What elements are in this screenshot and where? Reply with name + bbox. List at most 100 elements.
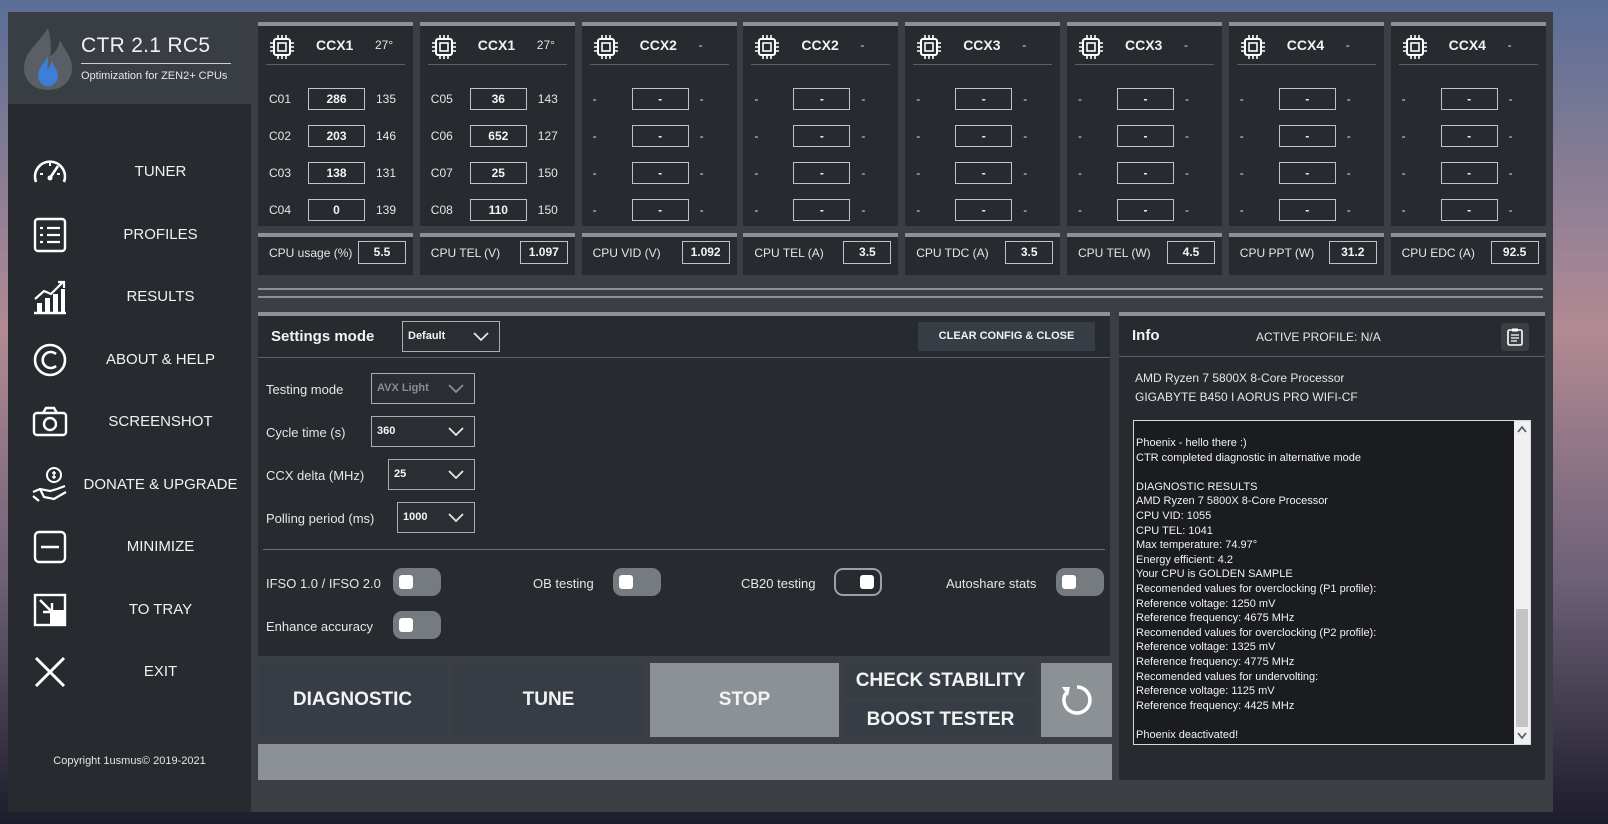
ccx-delta-dropdown[interactable]: 25 xyxy=(388,459,475,490)
core-value-field[interactable]: - xyxy=(631,125,689,147)
panel-top-bar xyxy=(743,233,899,237)
enhance-accuracy-label: Enhance accuracy xyxy=(266,619,373,634)
divider xyxy=(81,63,231,64)
core-value-field[interactable]: - xyxy=(1117,125,1174,147)
core-value-field[interactable]: - xyxy=(955,162,1013,184)
diagnostic-button[interactable]: DIAGNOSTIC xyxy=(258,663,447,737)
core-value-field[interactable]: - xyxy=(1440,88,1498,110)
core-value-field[interactable]: - xyxy=(955,125,1013,147)
ccx-temperature: - xyxy=(698,38,703,52)
nav-item-donate-upgrade[interactable]: DONATE & UPGRADE xyxy=(8,457,251,513)
chevron-down-icon xyxy=(448,470,464,480)
settings-panel: Settings mode Default CLEAR CONFIG & CLO… xyxy=(258,312,1110,656)
log-textarea[interactable]: Phoenix - hello there :) CTR completed di… xyxy=(1133,420,1531,745)
core-value-field[interactable]: - xyxy=(955,199,1013,221)
cycle-time-dropdown[interactable]: 360 xyxy=(371,416,475,447)
autoshare-toggle[interactable] xyxy=(1056,568,1104,596)
cb20-testing-toggle[interactable] xyxy=(834,568,882,596)
core-id: C06 xyxy=(430,129,453,143)
core-value-field[interactable]: - xyxy=(1117,199,1174,221)
core-value-field[interactable]: - xyxy=(1278,125,1336,147)
ctr-window: CTR 2.1 RC5 Optimization for ZEN2+ CPUs … xyxy=(8,12,1553,812)
stop-button[interactable]: STOP xyxy=(650,663,839,737)
cpu-name: AMD Ryzen 7 5800X 8-Core Processor xyxy=(1135,371,1345,385)
core-row: --- xyxy=(1229,162,1384,186)
to-tray-icon xyxy=(33,593,67,627)
core-value-field[interactable]: 25 xyxy=(469,162,527,184)
scroll-down-icon[interactable] xyxy=(1517,732,1527,740)
core-value-field[interactable]: - xyxy=(793,162,851,184)
nav-item-about-help[interactable]: ABOUT & HELP xyxy=(8,332,251,388)
core-value-field[interactable]: - xyxy=(631,199,689,221)
core-id: - xyxy=(1401,203,1406,217)
close-icon xyxy=(34,656,66,688)
core-value-field[interactable]: 286 xyxy=(308,88,365,110)
scrollbar-thumb[interactable] xyxy=(1516,609,1528,727)
polling-period-dropdown[interactable]: 1000 xyxy=(397,502,475,533)
check-stability-button[interactable]: CHECK STABILITY xyxy=(846,663,1035,698)
core-value-field[interactable]: - xyxy=(631,162,689,184)
core-value-field[interactable]: 652 xyxy=(469,125,527,147)
scroll-up-icon[interactable] xyxy=(1517,425,1527,433)
core-id: - xyxy=(1401,129,1406,143)
core-frequency: - xyxy=(1023,129,1028,143)
autoshare-label: Autoshare stats xyxy=(946,576,1037,591)
core-value-field[interactable]: 0 xyxy=(308,199,365,221)
core-value-field[interactable]: - xyxy=(1117,88,1174,110)
core-value-field[interactable]: - xyxy=(1440,125,1498,147)
testing-mode-dropdown[interactable]: AVX Light xyxy=(371,373,475,404)
log-line: Reference voltage: 1250 mV xyxy=(1136,597,1276,610)
core-id: C02 xyxy=(269,129,292,143)
nav-item-label: DONATE & UPGRADE xyxy=(83,476,238,493)
core-value-field[interactable]: - xyxy=(1278,199,1336,221)
core-value-field[interactable]: - xyxy=(793,88,851,110)
nav-item-tuner[interactable]: TUNER xyxy=(8,144,251,200)
ccx-name: CCX1 xyxy=(477,37,516,53)
nav-item-results[interactable]: RESULTS xyxy=(8,269,251,325)
core-value-field[interactable]: - xyxy=(1278,88,1336,110)
core-value-field[interactable]: - xyxy=(793,199,851,221)
nav-item-minimize[interactable]: MINIMIZE xyxy=(8,519,251,575)
core-value-field[interactable]: - xyxy=(793,125,851,147)
stat-value: 31.2 xyxy=(1328,241,1377,264)
core-id: - xyxy=(592,92,597,106)
polling-period-value: 1000 xyxy=(403,511,428,523)
core-id: - xyxy=(1239,92,1244,106)
nav-item-exit[interactable]: EXIT xyxy=(8,644,251,700)
clear-config-button[interactable]: CLEAR CONFIG & CLOSE xyxy=(918,322,1095,351)
core-value-field[interactable]: - xyxy=(1278,162,1336,184)
settings-title: Settings mode xyxy=(271,328,375,345)
refresh-button[interactable] xyxy=(1041,663,1112,737)
core-value-field[interactable]: - xyxy=(1440,199,1498,221)
core-value-field[interactable]: 36 xyxy=(469,88,527,110)
log-scrollbar[interactable] xyxy=(1514,421,1530,744)
divider xyxy=(1075,64,1214,65)
core-value-field[interactable]: 110 xyxy=(469,199,527,221)
core-value-field[interactable]: - xyxy=(1440,162,1498,184)
core-row: C03 138 131 xyxy=(258,162,413,186)
nav-item-screenshot[interactable]: SCREENSHOT xyxy=(8,394,251,450)
core-id: C05 xyxy=(430,92,453,106)
core-value-field[interactable]: 138 xyxy=(308,162,365,184)
ob-testing-toggle[interactable] xyxy=(613,568,661,596)
tune-button[interactable]: TUNE xyxy=(454,663,643,737)
copy-log-button[interactable] xyxy=(1501,323,1529,351)
nav-item-to-tray[interactable]: TO TRAY xyxy=(8,582,251,638)
boost-tester-button[interactable]: BOOST TESTER xyxy=(846,703,1035,737)
settings-mode-dropdown[interactable]: Default xyxy=(402,321,500,352)
core-value-field[interactable]: - xyxy=(1117,162,1174,184)
ccx-panel: CCX4- - - - - - - - - - - - - xyxy=(1390,22,1546,226)
core-value-field[interactable]: - xyxy=(631,88,689,110)
core-frequency: - xyxy=(1346,203,1351,217)
refresh-icon xyxy=(1062,685,1092,715)
core-row: C01 286 135 xyxy=(258,88,413,112)
ccx-panel: CCX2- - - - - - - - - - - - - xyxy=(743,22,899,226)
separator xyxy=(258,288,1543,290)
panel-top-bar xyxy=(1067,22,1222,26)
enhance-accuracy-toggle[interactable] xyxy=(393,611,441,639)
core-value-field[interactable]: - xyxy=(955,88,1013,110)
ifso-toggle[interactable] xyxy=(393,568,441,596)
core-frequency: - xyxy=(1508,166,1513,180)
core-value-field[interactable]: 203 xyxy=(308,125,365,147)
nav-item-profiles[interactable]: PROFILES xyxy=(8,207,251,263)
